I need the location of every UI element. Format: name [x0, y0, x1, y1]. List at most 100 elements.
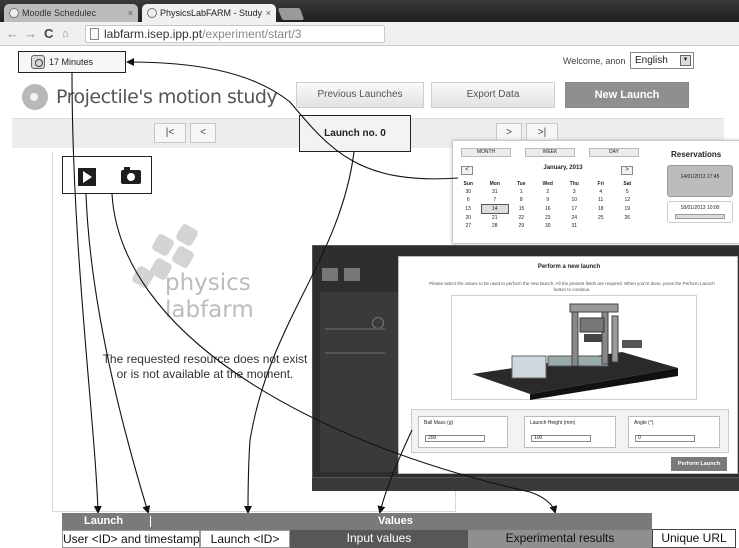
calendar-day[interactable]: 6	[455, 196, 482, 205]
calendar-week: 6 7 8 9 10 11 12	[455, 196, 641, 205]
url-host: labfarm.isep.ipp.pt	[104, 27, 203, 41]
language-select[interactable]: English ▼	[630, 52, 694, 69]
url-field[interactable]: labfarm.isep.ipp.pt/experiment/start/3	[85, 25, 385, 43]
reserve-button[interactable]	[675, 214, 725, 219]
calendar-week: 13 14 15 16 17 18 19	[455, 204, 641, 214]
reservations-title: Reservations	[671, 150, 722, 159]
calendar-day[interactable]: 2	[535, 188, 562, 196]
camera-icon[interactable]	[121, 167, 141, 184]
home-icon[interactable]: ⌂	[62, 25, 69, 43]
week-view-tab[interactable]: WEEK	[525, 148, 575, 157]
calendar-day[interactable]: 5	[614, 188, 641, 196]
month-view-tab[interactable]: MONTH	[461, 148, 511, 157]
calendar-day[interactable]: 9	[535, 196, 562, 205]
page-icon	[90, 28, 99, 40]
calendar-day[interactable]: 4	[588, 188, 615, 196]
launch-parameters: Ball Mass (g) 200 Launch Height (mm) 100…	[411, 409, 729, 453]
ball-mass-field: Ball Mass (g) 200	[418, 416, 508, 448]
calendar-day[interactable]: 16	[535, 205, 562, 214]
calendar-day[interactable]	[614, 222, 641, 230]
calendar-day[interactable]: 25	[588, 214, 615, 223]
first-launch-button[interactable]: |<	[154, 123, 186, 143]
launch-number: Launch no. 0	[299, 115, 411, 152]
calendar-day[interactable]: 17	[561, 205, 588, 214]
calendar-day-selected[interactable]: 14	[481, 204, 509, 214]
calendar-grid: Sun Mon Tue Wed Thu Fri Sat 30 31 1 2 3 4 5 67…	[455, 180, 641, 230]
calendar-day[interactable]: 30	[455, 188, 482, 196]
previous-launches-button[interactable]: Previous Launches	[296, 82, 424, 108]
calendar-day[interactable]: 3	[561, 188, 588, 196]
close-tab-icon[interactable]: ×	[128, 4, 133, 22]
calendar-day[interactable]: 28	[482, 222, 509, 230]
browser-tab-bar: Moodle Schedulec × PhysicsLabFARM - Stud…	[0, 0, 739, 22]
weekday-label: Thu	[569, 181, 579, 187]
calendar-day[interactable]: 24	[561, 214, 588, 223]
reload-button[interactable]: C	[44, 25, 53, 43]
calendar-day[interactable]: 27	[455, 222, 482, 230]
dimmed-text-lines	[325, 328, 385, 354]
calendar-day[interactable]: 11	[588, 196, 615, 205]
calendar-day[interactable]: 18	[588, 205, 615, 214]
session-timer: 17 Minutes	[18, 51, 126, 73]
legend-user-id-timestamp: User <ID> and timestamp	[62, 530, 200, 548]
angle-field: Angle (°) 0	[628, 416, 720, 448]
legend-launch-id: Launch <ID>	[200, 530, 290, 548]
back-arrow-icon[interactable]: ←	[6, 25, 19, 43]
new-launch-button[interactable]: New Launch	[565, 82, 689, 108]
weekday-label: Sun	[463, 181, 473, 187]
ball-mass-select[interactable]: 200	[425, 435, 485, 442]
play-icon[interactable]	[78, 168, 96, 186]
legend-values-label: Values	[378, 515, 413, 527]
browser-tab-label: Moodle Schedulec	[22, 8, 97, 18]
calendar-day[interactable]: 20	[455, 214, 482, 223]
calendar-day[interactable]: 30	[535, 222, 562, 230]
previous-month-button[interactable]: <	[461, 166, 473, 175]
calendar-day[interactable]: 29	[508, 222, 535, 230]
calendar-day[interactable]: 31	[561, 222, 588, 230]
calendar-week: 30 31 1 2 3 4 5	[455, 188, 641, 196]
weekday-label: Tue	[516, 181, 526, 187]
weekday-label: Wed	[542, 181, 553, 187]
calendar-day[interactable]: 13	[455, 205, 482, 214]
calendar-day[interactable]: 1	[508, 188, 535, 196]
calendar-day[interactable]: 23	[535, 214, 562, 223]
browser-tab-moodle[interactable]: Moodle Schedulec ×	[4, 4, 138, 22]
calendar-day[interactable]: 8	[508, 196, 535, 205]
perform-launch-button[interactable]: Perform Launch	[671, 457, 727, 471]
calendar-month-label: January, 2013	[543, 165, 583, 171]
reservation-slot-active[interactable]: 14/01/2013 17:45	[667, 165, 733, 197]
brand-line-physics: physics	[165, 270, 251, 296]
calendar-day[interactable]: 22	[508, 214, 535, 223]
calendar-day[interactable]: 7	[482, 196, 509, 205]
forward-arrow-icon[interactable]: →	[24, 25, 37, 43]
export-data-button[interactable]: Export Data	[431, 82, 555, 108]
close-tab-icon[interactable]: ×	[266, 4, 271, 22]
calendar-day[interactable]: 10	[561, 196, 588, 205]
dimmed-play-icon	[322, 268, 338, 281]
dimmed-side-panel	[320, 292, 400, 472]
calendar-day[interactable]: 12	[614, 196, 641, 205]
calendar-day[interactable]: 21	[482, 214, 509, 223]
calendar-day[interactable]: 15	[508, 205, 535, 214]
reservation-slot-time: 14/01/2013 17:45	[680, 174, 720, 180]
annotated-screenshot: Moodle Schedulec × PhysicsLabFARM - Stud…	[0, 0, 739, 548]
previous-launch-button[interactable]: <	[190, 123, 216, 143]
ball-mass-label: Ball Mass (g)	[424, 420, 454, 426]
launch-height-stepper[interactable]: 100	[531, 435, 591, 442]
reservation-slot[interactable]: 18/01/2013 10:00	[667, 201, 733, 223]
calendar-day[interactable]: 19	[614, 205, 641, 214]
day-view-tab[interactable]: DAY	[589, 148, 639, 157]
new-tab-button[interactable]	[277, 8, 305, 20]
media-tabs	[62, 156, 152, 194]
calendar-day[interactable]: 31	[482, 188, 509, 196]
weekday-header: Sun Mon Tue Wed Thu Fri Sat	[455, 180, 641, 188]
calendar-day[interactable]	[588, 222, 615, 230]
browser-tab-physicslabfarm[interactable]: PhysicsLabFARM - Study ×	[142, 4, 276, 22]
angle-label: Angle (°)	[634, 420, 654, 426]
angle-stepper[interactable]: 0	[635, 435, 695, 442]
legend-input-values: Input values	[290, 530, 468, 548]
next-month-button[interactable]: >	[621, 166, 633, 175]
reservation-slot-time: 18/01/2013 10:00	[680, 205, 720, 211]
calendar-day[interactable]: 26	[614, 214, 641, 223]
page-title: Projectile's motion study	[56, 86, 278, 108]
